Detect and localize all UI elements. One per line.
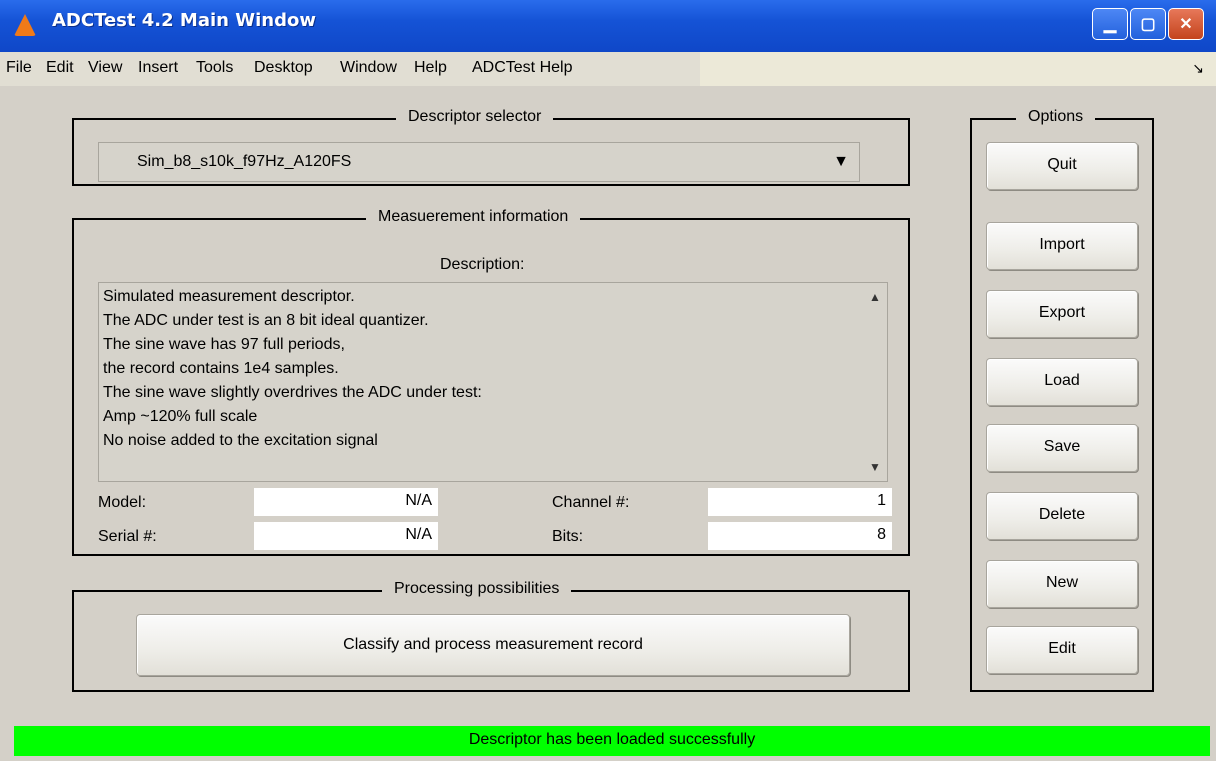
status-bar: Descriptor has been loaded successfully [14, 726, 1210, 756]
descriptor-selector-title: Descriptor selector [396, 108, 554, 126]
description-line: The sine wave has 97 full periods, [103, 336, 345, 353]
processing-title: Processing possibilities [382, 580, 572, 598]
description-scrollbar[interactable]: ▲ ▼ [863, 283, 887, 481]
serial-label: Serial #: [98, 528, 157, 545]
scroll-down-icon[interactable]: ▼ [863, 455, 887, 479]
description-line: Amp ~120% full scale [103, 408, 258, 425]
description-line: the record contains 1e4 samples. [103, 360, 339, 377]
menu-bar: File Edit View Insert Tools Desktop Wind… [0, 52, 1216, 86]
minimize-icon[interactable]: ▁ [1092, 8, 1128, 40]
title-bar: ADCTest 4.2 Main Window ▁ ▢ ✕ [0, 0, 1216, 52]
menu-window[interactable]: Window [340, 59, 397, 77]
model-label: Model: [98, 494, 147, 511]
menu-insert[interactable]: Insert [138, 59, 178, 77]
menu-file[interactable]: File [6, 59, 32, 77]
bits-field[interactable]: 8 [708, 522, 892, 550]
edit-button[interactable]: Edit [986, 626, 1138, 674]
delete-button[interactable]: Delete [986, 492, 1138, 540]
description-listbox[interactable]: Simulated measurement descriptor. The AD… [98, 282, 888, 482]
load-button[interactable]: Load [986, 358, 1138, 406]
description-line: No noise added to the excitation signal [103, 432, 378, 449]
classify-process-button[interactable]: Classify and process measurement record [136, 614, 850, 676]
menu-edit[interactable]: Edit [46, 59, 74, 77]
dropdown-arrow-icon[interactable]: ▼ [833, 153, 849, 171]
new-button[interactable]: New [986, 560, 1138, 608]
menu-adctest-help[interactable]: ADCTest Help [472, 59, 572, 77]
channel-label: Channel #: [552, 494, 630, 511]
quit-button[interactable]: Quit [986, 142, 1138, 190]
import-button[interactable]: Import [986, 222, 1138, 270]
menu-tools[interactable]: Tools [196, 59, 233, 77]
menu-group: File Edit View Insert Tools Desktop Wind… [0, 52, 700, 86]
export-button[interactable]: Export [986, 290, 1138, 338]
description-line: The ADC under test is an 8 bit ideal qua… [103, 312, 429, 329]
bits-label: Bits: [552, 528, 584, 545]
matlab-logo-icon [14, 14, 36, 36]
channel-field[interactable]: 1 [708, 488, 892, 516]
descriptor-select[interactable]: Sim_b8_s10k_f97Hz_A120FS ▼ [98, 142, 860, 182]
descriptor-select-value: Sim_b8_s10k_f97Hz_A120FS [137, 153, 352, 170]
maximize-icon[interactable]: ▢ [1130, 8, 1166, 40]
measurement-info-title: Measuerement information [366, 208, 581, 226]
menu-help[interactable]: Help [414, 59, 447, 77]
description-line: The sine wave slightly overdrives the AD… [103, 384, 482, 401]
scroll-up-icon[interactable]: ▲ [863, 285, 887, 309]
description-label: Description: [440, 256, 525, 273]
menu-desktop[interactable]: Desktop [254, 59, 313, 77]
save-button[interactable]: Save [986, 424, 1138, 472]
model-field[interactable]: N/A [254, 488, 438, 516]
description-line: Simulated measurement descriptor. [103, 288, 355, 305]
dock-arrow-icon[interactable]: ↘ [1192, 60, 1204, 77]
serial-field[interactable]: N/A [254, 522, 438, 550]
options-title: Options [1016, 108, 1096, 126]
menu-view[interactable]: View [88, 59, 122, 77]
close-icon[interactable]: ✕ [1168, 8, 1204, 40]
window-title: ADCTest 4.2 Main Window [52, 10, 316, 31]
